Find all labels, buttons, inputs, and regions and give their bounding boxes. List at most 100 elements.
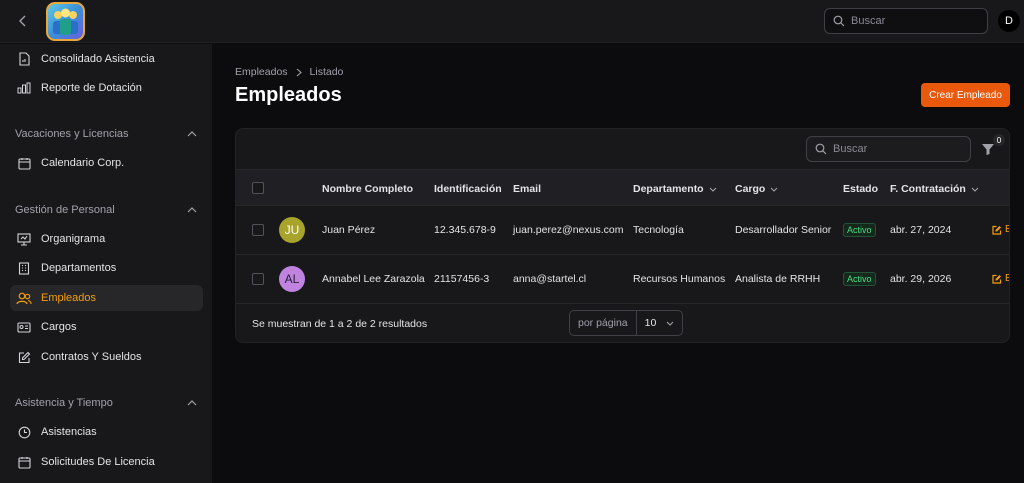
sidebar-item-reporte-dotacion[interactable]: Reporte de Dotación <box>10 75 203 101</box>
user-avatar[interactable]: D <box>998 10 1020 32</box>
cell-hire-date: abr. 27, 2024 <box>890 224 952 236</box>
row-checkbox[interactable] <box>252 224 264 236</box>
sidebar-item-label: Empleados <box>41 292 97 304</box>
section-title: Asistencia y Tiempo <box>15 397 113 409</box>
sidebar-item-label: Departamentos <box>41 262 117 274</box>
column-header-fecha[interactable]: F. Contratación <box>890 183 979 195</box>
sidebar-item-solicitudes[interactable]: Solicitudes De Licencia <box>10 449 203 475</box>
cell-name: Juan Pérez <box>322 224 376 236</box>
edit-button[interactable]: E <box>992 224 1009 235</box>
calendar-icon <box>16 454 32 470</box>
chevron-left-icon <box>19 15 26 27</box>
team-logo-icon <box>53 8 78 35</box>
breadcrumb-empleados[interactable]: Empleados <box>235 66 288 78</box>
top-bar: D <box>0 0 1024 43</box>
column-header-nombre[interactable]: Nombre Completo <box>322 183 413 195</box>
edit-icon <box>992 274 1002 284</box>
section-title: Vacaciones y Licencias <box>15 128 129 140</box>
sidebar-item-label: Organigrama <box>41 233 106 245</box>
cell-position: Analista de RRHH <box>735 273 821 285</box>
calendar-icon <box>16 155 32 171</box>
cell-name: Annabel Lee Zarazola <box>322 273 425 285</box>
avatar: AL <box>279 266 305 292</box>
sidebar-item-label: Asistencias <box>41 426 97 438</box>
sidebar-item-label: Reporte de Dotación <box>41 82 142 94</box>
select-all-checkbox[interactable] <box>252 182 264 194</box>
chevron-up-icon <box>187 207 197 213</box>
chevron-down-icon <box>666 321 674 326</box>
avatar: JU <box>279 217 305 243</box>
main-content: Empleados Listado Empleados Crear Emplea… <box>212 44 1024 483</box>
chevron-down-icon <box>709 187 716 192</box>
breadcrumb-listado: Listado <box>309 66 344 78</box>
filter-count-badge: 0 <box>993 134 1005 146</box>
section-header-gestion[interactable]: Gestión de Personal <box>15 204 197 216</box>
file-chart-icon <box>16 51 32 67</box>
global-search[interactable] <box>824 8 988 34</box>
chevron-up-icon <box>187 400 197 406</box>
breadcrumb: Empleados Listado <box>235 66 343 78</box>
global-search-input[interactable] <box>851 15 971 27</box>
back-button[interactable] <box>12 10 34 32</box>
sidebar-item-label: Cargos <box>41 321 77 333</box>
sidebar-item-asistencias[interactable]: Asistencias <box>10 419 203 445</box>
table-row[interactable]: AL Annabel Lee Zarazola 21157456-3 anna@… <box>236 255 1009 304</box>
cell-id: 12.345.678-9 <box>434 224 496 236</box>
cell-email: juan.perez@nexus.com <box>513 224 624 236</box>
edit-icon <box>992 225 1002 235</box>
edit-icon <box>16 349 32 365</box>
column-header-identificacion[interactable]: Identificación <box>434 183 502 195</box>
section-header-vacaciones[interactable]: Vacaciones y Licencias <box>15 128 197 140</box>
bar-chart-icon <box>16 80 32 96</box>
employees-table-card: 0 Nombre Completo Identificación Email D… <box>235 128 1010 343</box>
sidebar-item-contratos[interactable]: Contratos Y Sueldos <box>10 344 203 370</box>
building-icon <box>16 260 32 276</box>
cell-email: anna@startel.cl <box>513 273 587 285</box>
section-header-asistencia[interactable]: Asistencia y Tiempo <box>15 397 197 409</box>
table-row[interactable]: JU Juan Pérez 12.345.678-9 juan.perez@ne… <box>236 206 1009 255</box>
users-icon <box>16 290 32 306</box>
table-header: Nombre Completo Identificación Email Dep… <box>236 169 1009 206</box>
sidebar-item-departamentos[interactable]: Departamentos <box>10 255 203 281</box>
status-badge: Activo <box>843 272 876 286</box>
chevron-up-icon <box>187 131 197 137</box>
chevron-down-icon <box>971 187 979 192</box>
sidebar-item-organigrama[interactable]: Organigrama <box>10 226 203 252</box>
cell-hire-date: abr. 29, 2026 <box>890 273 952 285</box>
column-header-departamento[interactable]: Departamento <box>633 183 717 195</box>
sidebar-item-empleados[interactable]: Empleados <box>10 285 203 311</box>
section-title: Gestión de Personal <box>15 204 115 216</box>
edit-label: E <box>1005 273 1009 284</box>
cell-id: 21157456-3 <box>434 273 490 285</box>
per-page-select[interactable]: por página 10 <box>569 310 684 336</box>
id-card-icon <box>16 319 32 335</box>
per-page-value: 10 <box>644 317 657 329</box>
cell-position: Desarrollador Senior <box>735 224 832 236</box>
presentation-icon <box>16 231 32 247</box>
column-header-estado[interactable]: Estado <box>843 183 878 195</box>
search-icon <box>833 15 845 27</box>
column-header-email[interactable]: Email <box>513 183 541 195</box>
sidebar-item-label: Contratos Y Sueldos <box>41 351 142 363</box>
search-icon <box>815 143 827 155</box>
column-header-cargo[interactable]: Cargo <box>735 183 778 195</box>
sidebar: Consolidado Asistencia Reporte de Dotaci… <box>0 44 212 483</box>
create-employee-button[interactable]: Crear Empleado <box>921 83 1010 107</box>
page-title: Empleados <box>235 84 342 106</box>
cell-department: Recursos Humanos <box>633 273 726 285</box>
per-page-dropdown[interactable]: 10 <box>637 317 683 329</box>
table-search[interactable] <box>806 136 971 162</box>
clock-icon <box>16 424 32 440</box>
cell-department: Tecnología <box>633 224 684 236</box>
results-summary: Se muestran de 1 a 2 de 2 resultados <box>252 318 428 330</box>
edit-button[interactable]: E <box>992 273 1009 284</box>
chevron-down-icon <box>770 187 778 192</box>
app-logo[interactable] <box>46 2 85 41</box>
status-badge: Activo <box>843 223 876 237</box>
sidebar-item-calendario[interactable]: Calendario Corp. <box>10 150 203 176</box>
table-search-input[interactable] <box>833 143 953 155</box>
sidebar-item-consolidado-asistencia[interactable]: Consolidado Asistencia <box>10 46 203 72</box>
row-checkbox[interactable] <box>252 273 264 285</box>
chevron-right-icon <box>296 68 302 76</box>
sidebar-item-cargos[interactable]: Cargos <box>10 314 203 340</box>
